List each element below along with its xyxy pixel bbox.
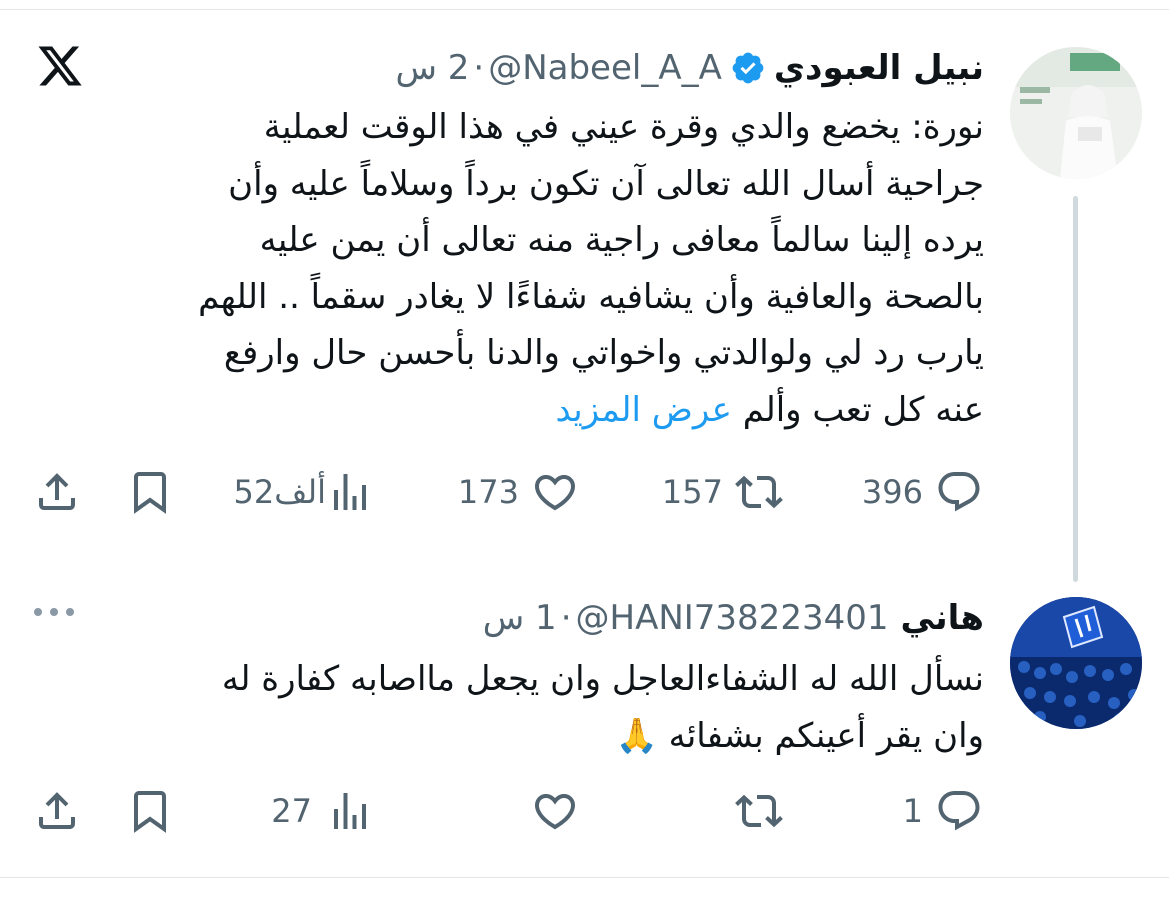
separator-dot: · [560,598,572,638]
reply-bubble-icon [938,791,980,831]
views-count: 27 [271,792,312,830]
display-name[interactable]: نبيل العبودي [774,48,984,88]
timestamp[interactable]: 2 س [395,48,469,88]
views-button[interactable]: 27 [271,787,374,835]
bookmark-icon [134,472,166,514]
retweet-button[interactable] [735,787,783,835]
show-more-link[interactable]: عرض المزيد [555,390,732,430]
top-divider [0,9,1169,10]
retweet-icon [735,794,783,828]
share-upload-icon [39,473,75,510]
reply-text-line: وان يقر أعينكم بشفائه 🙏 [615,715,984,756]
reply-count: 1 [902,792,923,830]
tweet-header: نبيل العبودي @Nabeel_A_A · 2 س [395,42,984,94]
bottom-divider [0,877,1169,878]
bookmark-button[interactable] [126,468,174,516]
reply-text-line: نسأل الله له الشفاءالعاجل وان يجعل مااصا… [221,659,984,699]
tweet-text-line: جراحية أسال الله تعالى آن تكون برداً وسل… [228,163,984,204]
share-upload-icon [39,792,75,829]
x-logo-icon[interactable] [36,42,84,90]
more-dots-icon[interactable] [30,597,90,627]
views-bar-chart-icon [334,793,366,829]
tweet-text-line: عنه كل تعب وألم [742,389,984,430]
tweet-text-line: بالصحة والعافية وأن يشافيه شفاءًا لا يغا… [198,276,984,317]
share-button[interactable] [33,787,81,835]
retweet-icon [735,475,783,509]
reply-bubble-icon [938,472,980,512]
reply-text: نسأل الله له الشفاءالعاجل وان يجعل مااصا… [64,651,984,764]
share-button[interactable] [33,468,81,516]
reply-actions: 1 27 [0,787,1169,837]
timestamp[interactable]: 1 س [483,598,557,638]
retweet-button[interactable]: 157 [662,468,783,516]
separator-dot: · [473,48,485,88]
like-button[interactable]: 173 [458,468,579,516]
reply-header: هاني @HANI738223401 · 1 س [483,592,984,644]
like-button[interactable] [531,787,579,835]
tweet-text: نورة: يخضع والدي وقرة عيني في هذا الوقت … [84,99,984,438]
views-button[interactable]: 52ألف [234,468,374,516]
views-count: 52ألف [233,473,326,511]
user-handle[interactable]: @HANI738223401 [576,598,889,638]
retweet-count: 157 [661,473,723,511]
bookmark-icon [134,791,166,833]
tweet-text-line: يرده إلينا سالماً معافى راجية منه تعالى … [259,220,984,260]
reply-button[interactable]: 396 [862,468,983,516]
heart-icon [534,475,576,511]
reply-count: 396 [861,473,923,511]
tweet-text-line: يارب رد لي ولوالدتي واخواتي والدنا بأحسن… [223,333,984,373]
bookmark-button[interactable] [126,787,174,835]
tweet-text-last-line: عنه كل تعب وألم عرض المزيد [84,382,984,439]
views-bar-chart-icon [334,474,366,510]
user-handle[interactable]: @Nabeel_A_A [488,48,722,88]
display-name[interactable]: هاني [900,598,984,638]
avatar[interactable] [1010,47,1142,179]
verified-badge-icon [732,52,764,84]
avatar[interactable] [1010,597,1142,729]
reply-button[interactable]: 1 [903,787,983,835]
tweet-actions: 396 157 173 52ألف [0,468,1169,518]
tweet-text-line: نورة: يخضع والدي وقرة عيني في هذا الوقت … [263,107,984,147]
like-count: 173 [457,473,519,511]
thread-line [1073,196,1078,582]
heart-icon [534,794,576,830]
